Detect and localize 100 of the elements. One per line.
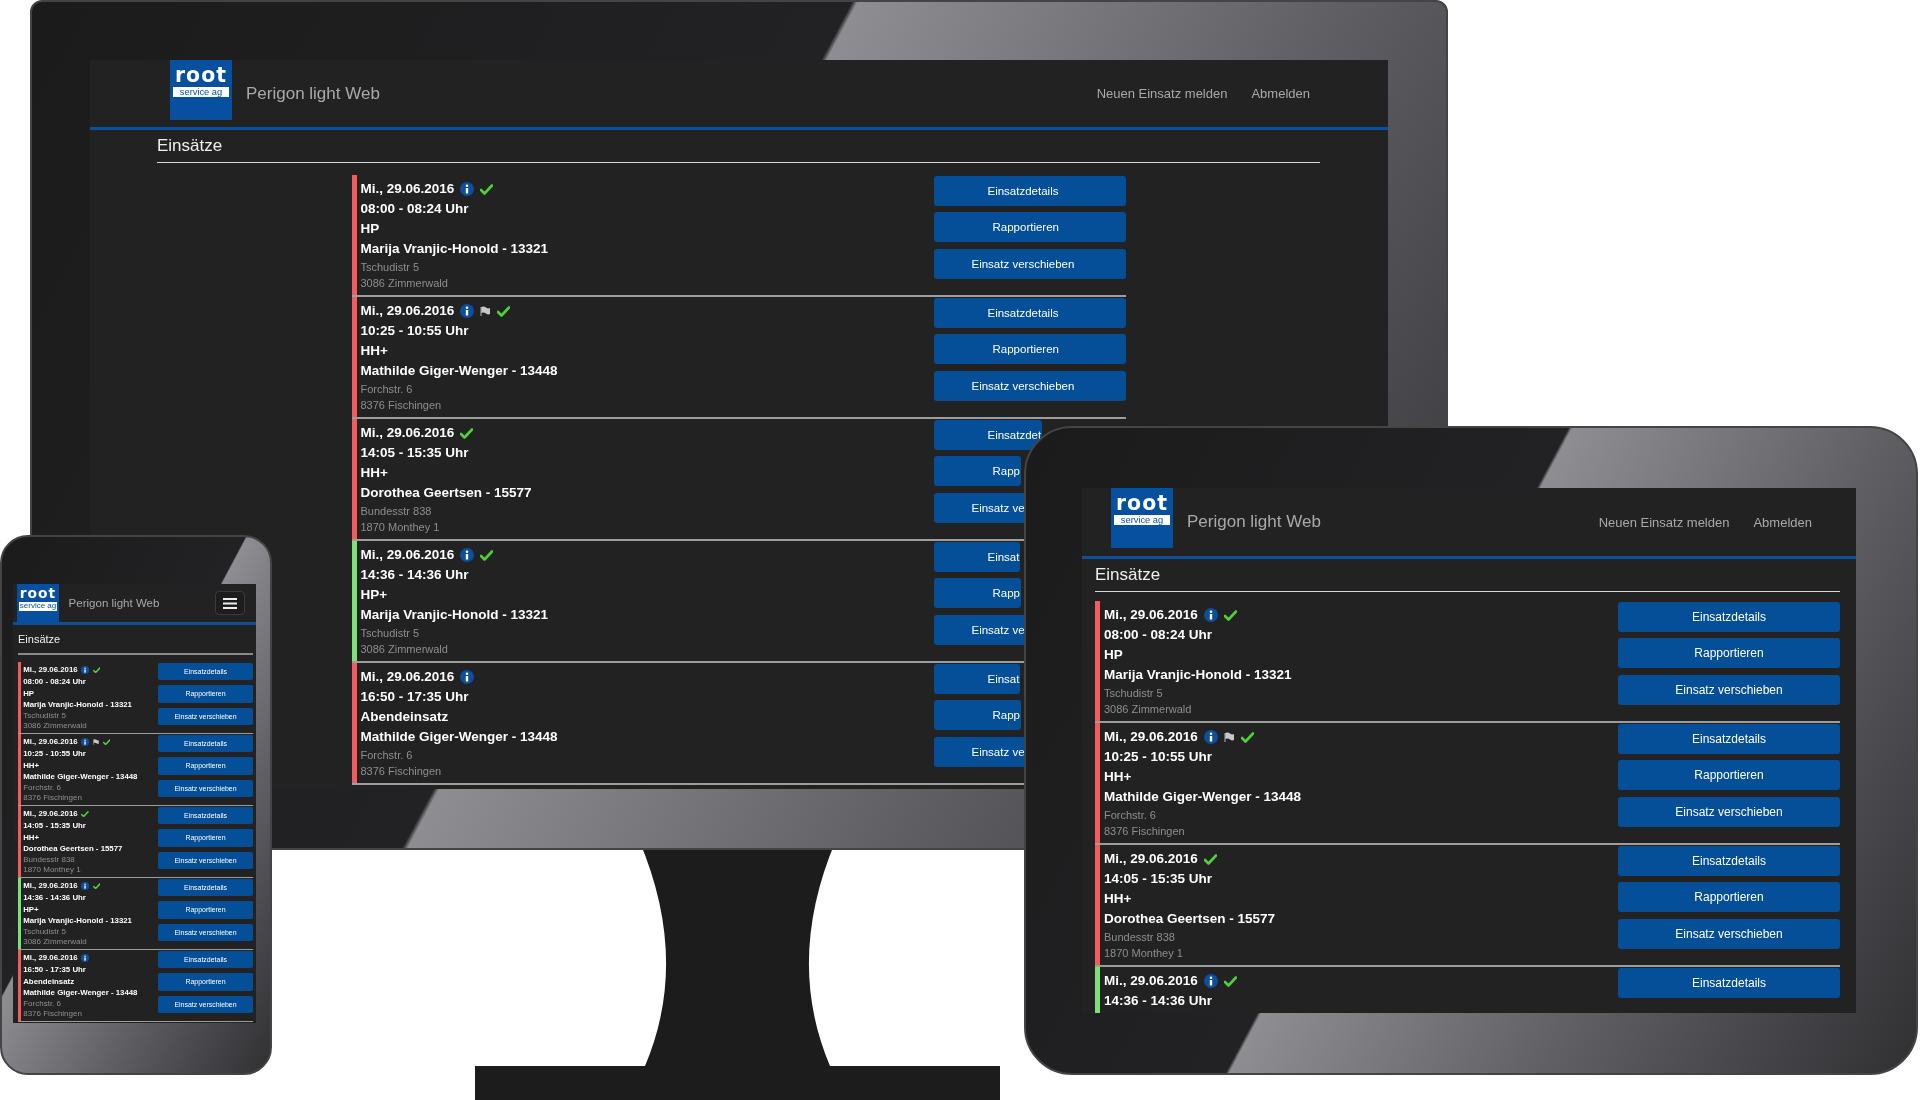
service-type: HP bbox=[360, 220, 381, 238]
street-address: Tschudistr 5 bbox=[23, 710, 67, 721]
appointment-time: 16:50 - 17:35 Uhr bbox=[360, 688, 470, 706]
details-button[interactable]: Einsatzdetails bbox=[1618, 968, 1840, 998]
report-button[interactable]: Rapportieren bbox=[933, 212, 1126, 243]
street-address: Tschudistr 5 bbox=[360, 626, 421, 641]
report-button[interactable]: Rapportieren bbox=[933, 334, 1126, 365]
street-address: Tschudistr 5 bbox=[1104, 686, 1164, 701]
service-type: Abendeinsatz bbox=[360, 708, 450, 726]
appointment-time: 14:05 - 15:35 Uhr bbox=[1104, 870, 1214, 888]
appointment-time: 14:36 - 14:36 Uhr bbox=[360, 566, 470, 584]
appointment-date: Mi., 29.06.2016 bbox=[1104, 850, 1198, 868]
appointment-date: Mi., 29.06.2016 bbox=[1104, 728, 1198, 746]
report-button[interactable]: Rapportieren bbox=[1618, 882, 1840, 913]
service-type: HP bbox=[1104, 646, 1124, 664]
service-type: HH+ bbox=[360, 464, 389, 482]
appointment-date: Mi., 29.06.2016 bbox=[360, 546, 455, 564]
client-name: Mathilde Giger-Wenger - 13448 bbox=[360, 362, 559, 380]
page-title: Einsätze bbox=[1095, 559, 1840, 592]
appointment-time: 14:36 - 14:36 Uhr bbox=[1104, 992, 1214, 1010]
logo-wordmark: root bbox=[18, 587, 58, 602]
logo-subtitle: service ag bbox=[173, 86, 229, 97]
appointment-date: Mi., 29.06.2016 bbox=[1104, 972, 1198, 990]
nav-link[interactable]: Abmelden bbox=[1753, 514, 1812, 530]
street-address: Forchstr. 6 bbox=[1104, 808, 1157, 823]
street-address: Bundesstr 838 bbox=[23, 854, 76, 865]
street-address: Tschudistr 5 bbox=[23, 926, 67, 937]
service-type: HH+ bbox=[360, 342, 389, 360]
details-button[interactable]: Einsatzdetails bbox=[1618, 846, 1840, 876]
appointment-time: 10:25 - 10:55 Uhr bbox=[360, 322, 470, 340]
client-name: Mathilde Giger-Wenger - 13448 bbox=[360, 728, 559, 746]
reschedule-button[interactable]: Einsatz verschieben bbox=[1618, 796, 1840, 827]
appointment-date: Mi., 29.06.2016 bbox=[1104, 606, 1198, 624]
client-name: Marija Vranjic-Honold - 13321 bbox=[1104, 666, 1293, 684]
city-address: 3086 Zimmerwald bbox=[360, 276, 449, 291]
street-address: Tschudistr 5 bbox=[360, 260, 421, 275]
reschedule-button[interactable]: Einsatz verschieben bbox=[1618, 674, 1840, 705]
page-title: Einsätze bbox=[18, 625, 253, 655]
details-button[interactable]: Einsatzdet bbox=[933, 420, 1043, 450]
appointment-date: Mi., 29.06.2016 bbox=[360, 668, 455, 686]
city-address: 1870 Monthey 1 bbox=[1104, 946, 1184, 961]
page-title: Einsätze bbox=[157, 130, 1320, 163]
appointment-time: 10:25 - 10:55 Uhr bbox=[1104, 748, 1214, 766]
street-address: Bundesstr 838 bbox=[360, 504, 433, 519]
city-address: 8376 Fischingen bbox=[23, 1008, 83, 1019]
city-address: 3086 Zimmerwald bbox=[1104, 702, 1193, 717]
nav-link[interactable]: Neuen Einsatz melden bbox=[1598, 514, 1730, 530]
client-name: Dorothea Geertsen - 15577 bbox=[360, 484, 533, 502]
reschedule-button[interactable]: Einsatz verschieben bbox=[933, 370, 1126, 401]
city-address: 8376 Fischingen bbox=[23, 792, 83, 803]
service-type: HH+ bbox=[1104, 890, 1133, 908]
appointment-time: 08:00 - 08:24 Uhr bbox=[1104, 626, 1214, 644]
details-button[interactable]: Einsatzdetails bbox=[933, 176, 1126, 206]
appointment-date: Mi., 29.06.2016 bbox=[360, 180, 455, 198]
details-button[interactable]: Einsatzdetails bbox=[933, 298, 1126, 328]
logo-subtitle: service ag bbox=[1114, 514, 1170, 525]
report-button[interactable]: Rapp bbox=[933, 456, 1021, 487]
report-button[interactable]: Rapportieren bbox=[1618, 638, 1840, 669]
appointment-date: Mi., 29.06.2016 bbox=[360, 424, 455, 442]
city-address: 1870 Monthey 1 bbox=[23, 864, 82, 875]
reschedule-button[interactable]: Einsatz ve bbox=[933, 736, 1026, 767]
details-button[interactable]: Einsat bbox=[933, 664, 1021, 694]
client-name: Marija Vranjic-Honold - 13321 bbox=[360, 606, 550, 624]
client-name: Dorothea Geertsen - 15577 bbox=[1104, 910, 1277, 928]
report-button[interactable]: Rapp bbox=[933, 700, 1021, 731]
street-address: Forchstr. 6 bbox=[360, 382, 414, 397]
nav-link[interactable]: Neuen Einsatz melden bbox=[1096, 86, 1228, 101]
city-address: 3086 Zimmerwald bbox=[23, 936, 88, 947]
client-name: Marija Vranjic-Honold - 13321 bbox=[360, 240, 550, 258]
report-button[interactable]: Rapp bbox=[933, 578, 1021, 609]
details-button[interactable]: Einsatzdetails bbox=[1618, 602, 1840, 632]
logo-subtitle: service ag bbox=[19, 602, 57, 611]
city-address: 3086 Zimmerwald bbox=[23, 720, 88, 731]
street-address: Forchstr. 6 bbox=[23, 998, 62, 1009]
appointment-time: 08:00 - 08:24 Uhr bbox=[360, 200, 470, 218]
city-address: 1870 Monthey 1 bbox=[360, 520, 441, 535]
details-button[interactable]: Einsatzdetails bbox=[1618, 724, 1840, 754]
street-address: Forchstr. 6 bbox=[360, 748, 414, 763]
nav-link[interactable]: Abmelden bbox=[1251, 86, 1310, 101]
reschedule-button[interactable]: Einsatz ve bbox=[933, 492, 1026, 523]
menu-button[interactable] bbox=[215, 591, 245, 615]
app-title: Perigon light Web bbox=[246, 83, 380, 104]
service-type: HH+ bbox=[1104, 768, 1133, 786]
street-address: Bundesstr 838 bbox=[1104, 930, 1176, 945]
app-title: Perigon light Web bbox=[1187, 512, 1321, 532]
reschedule-button[interactable]: Einsatz ve bbox=[933, 614, 1026, 645]
reschedule-button[interactable]: Einsatz verschieben bbox=[1618, 918, 1840, 949]
reschedule-button[interactable]: Einsatz verschieben bbox=[933, 248, 1126, 279]
menu-icon bbox=[223, 597, 237, 609]
appointment-date: Mi., 29.06.2016 bbox=[360, 302, 455, 320]
service-type: HP+ bbox=[360, 586, 389, 604]
client-name: Mathilde Giger-Wenger - 13448 bbox=[1104, 788, 1303, 806]
appointment-time: 14:05 - 15:35 Uhr bbox=[360, 444, 470, 462]
city-address: 3086 Zimmerwald bbox=[360, 642, 449, 657]
city-address: 8376 Fischingen bbox=[360, 398, 443, 413]
details-button[interactable]: Einsat bbox=[933, 542, 1021, 572]
logo-wordmark: root bbox=[1115, 492, 1169, 514]
street-address: Forchstr. 6 bbox=[23, 782, 62, 793]
logo-wordmark: root bbox=[174, 64, 228, 86]
report-button[interactable]: Rapportieren bbox=[1618, 760, 1840, 791]
